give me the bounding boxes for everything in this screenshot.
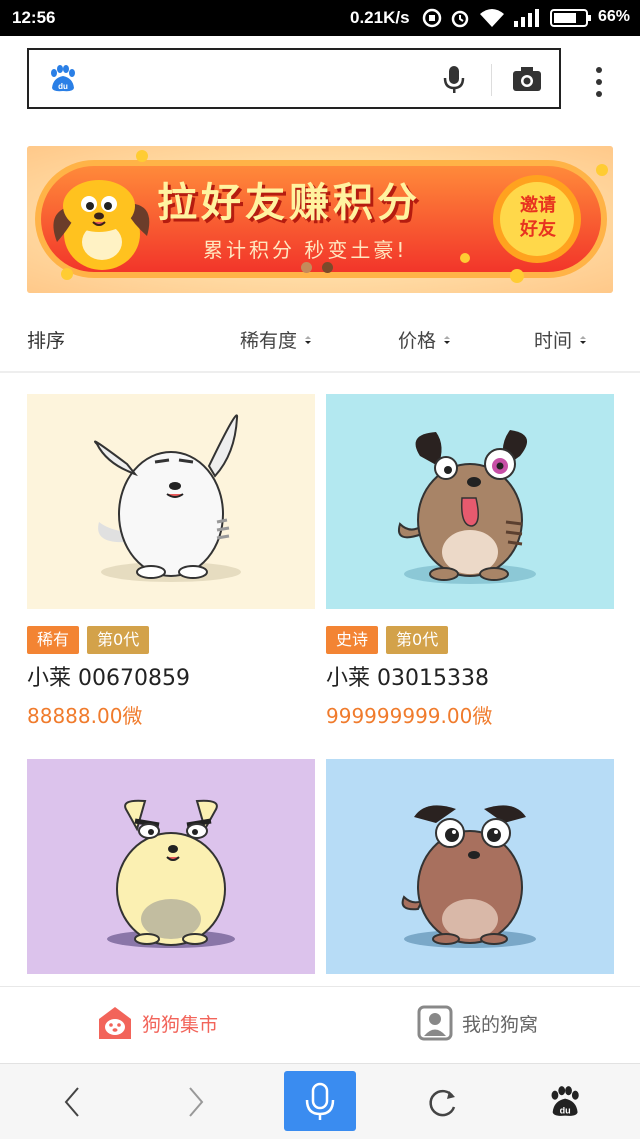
yellow-dog-illustration	[107, 799, 235, 948]
rarity-tag: 史诗	[326, 626, 379, 654]
forward-button[interactable]	[166, 1072, 226, 1132]
brown-pug-illustration	[398, 430, 536, 584]
sort-arrows-icon	[444, 335, 451, 344]
white-fox-dog-illustration	[94, 414, 241, 582]
sort-rarity-button[interactable]: 稀有度	[240, 326, 313, 353]
dog-name: 小莱 00670859	[27, 666, 190, 691]
data-saver-icon	[422, 8, 442, 28]
user-card-icon	[417, 1005, 453, 1041]
banner-dot-2[interactable]	[322, 262, 333, 273]
status-bar: 12:56 0.21K/s 66%	[0, 0, 640, 36]
card-tags: 稀有 第0代	[27, 626, 150, 654]
banner-pager	[301, 262, 333, 273]
dog-card[interactable]: 稀有 第0代 小莱 00670859 88888.00微	[27, 394, 315, 734]
sort-price-button[interactable]: 价格	[398, 326, 452, 353]
tab-dog-market-label: 狗狗集市	[142, 1013, 219, 1036]
tab-dog-market[interactable]: 狗狗集市	[97, 1005, 218, 1041]
refresh-icon	[429, 1089, 456, 1117]
alarm-icon	[451, 10, 469, 28]
generation-tag: 第0代	[386, 626, 449, 654]
signal-icon	[514, 9, 539, 27]
banner-cta-line1: 邀请	[520, 195, 556, 216]
refresh-button[interactable]	[412, 1072, 472, 1132]
tab-my-kennel-label: 我的狗窝	[462, 1013, 539, 1036]
voice-button[interactable]	[284, 1071, 356, 1131]
sort-divider	[0, 371, 640, 373]
status-time: 12:56	[12, 8, 56, 27]
sort-time-label: 时间	[534, 330, 573, 352]
dog-image[interactable]	[326, 394, 614, 609]
back-icon	[64, 1087, 79, 1117]
battery-icon	[550, 9, 591, 27]
dog-image[interactable]	[326, 759, 614, 974]
dog-card[interactable]	[27, 759, 315, 974]
promo-banner[interactable]: 拉好友赚积分 累计积分 秒变土豪! 邀请 好友	[27, 146, 613, 293]
baidu-home-button[interactable]: du	[534, 1072, 594, 1132]
banner-cta-button[interactable]: 邀请 好友	[507, 194, 569, 242]
tab-my-kennel[interactable]: 我的狗窝	[417, 1005, 538, 1041]
banner-cta-line2: 好友	[520, 219, 556, 240]
banner-subline: 累计积分 秒变土豪!	[203, 238, 408, 262]
wifi-icon	[480, 9, 504, 27]
dog-house-icon	[99, 1007, 131, 1039]
svg-text:du: du	[560, 1105, 571, 1115]
more-menu-icon[interactable]	[592, 64, 606, 100]
sort-arrows-icon	[580, 335, 587, 344]
dog-card[interactable]: 史诗 第0代 小莱 03015338 999999999.00微	[326, 394, 614, 734]
rarity-tag: 稀有	[27, 626, 80, 654]
browser-bar: du	[0, 1063, 640, 1139]
app-tab-bar: 狗狗集市 我的狗窝	[0, 986, 640, 1063]
brown-dog-illustration	[401, 805, 536, 948]
camera-search-icon[interactable]	[511, 65, 543, 93]
search-bar[interactable]: du	[27, 48, 561, 109]
sort-time-button[interactable]: 时间	[534, 326, 588, 353]
sort-label: 排序	[27, 326, 65, 353]
network-speed: 0.21K/s	[350, 8, 410, 27]
svg-text:du: du	[58, 82, 68, 91]
search-divider	[491, 64, 492, 96]
back-button[interactable]	[42, 1072, 102, 1132]
sort-rarity-label: 稀有度	[240, 330, 298, 352]
card-tags: 史诗 第0代	[326, 626, 449, 654]
banner-dot-1[interactable]	[301, 262, 312, 273]
dog-card[interactable]	[326, 759, 614, 974]
mic-icon	[305, 1082, 335, 1120]
dog-name: 小莱 03015338	[326, 666, 489, 691]
voice-search-icon[interactable]	[442, 64, 466, 96]
sort-bar: 排序 稀有度 价格 时间	[0, 318, 640, 368]
forward-icon	[189, 1087, 204, 1117]
dog-image[interactable]	[27, 759, 315, 974]
sort-price-label: 价格	[398, 330, 437, 352]
dog-price: 999999999.00微	[326, 704, 493, 728]
battery-percent: 66%	[598, 8, 631, 25]
sort-arrows-icon	[305, 335, 312, 344]
dog-image[interactable]	[27, 394, 315, 609]
sort-label-text: 排序	[27, 330, 66, 352]
baidu-paw-icon: du	[551, 1086, 579, 1116]
search-input[interactable]	[89, 60, 443, 100]
dog-price: 88888.00微	[27, 704, 143, 728]
generation-tag: 第0代	[87, 626, 150, 654]
banner-headline: 拉好友赚积分	[157, 180, 421, 226]
baidu-paw-icon: du	[51, 65, 75, 92]
